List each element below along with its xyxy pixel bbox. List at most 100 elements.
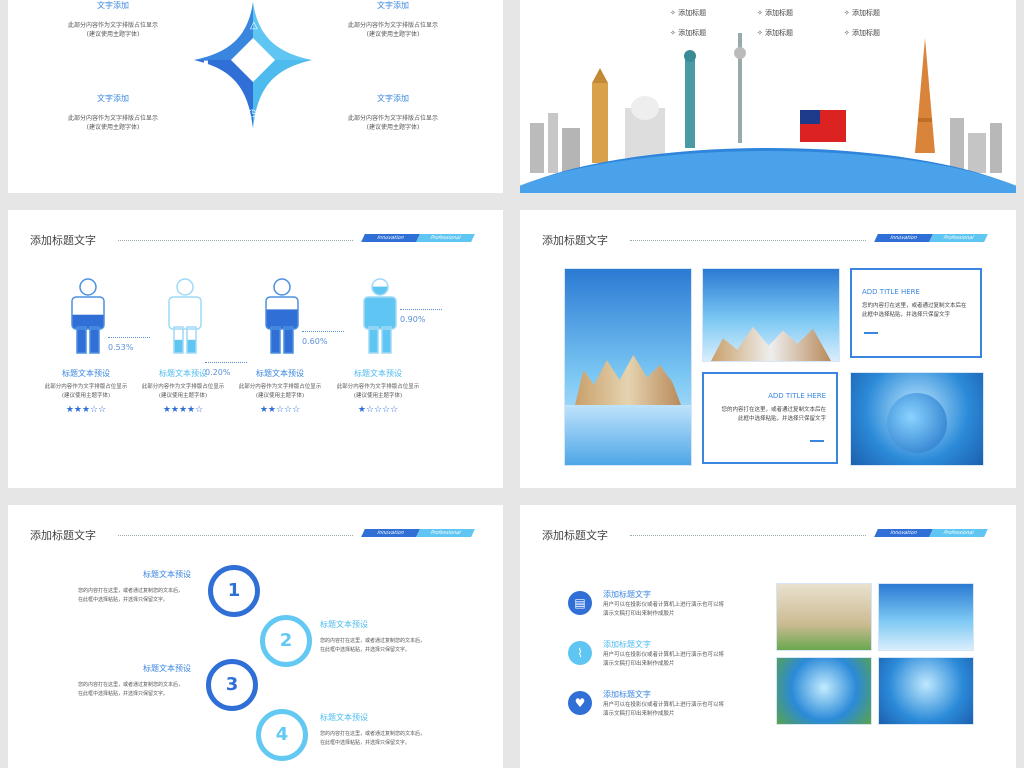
- person-title: 标题文本预设: [354, 369, 402, 378]
- tag-innovation: Innovation: [361, 529, 420, 537]
- landmarks-photo-3: [776, 657, 872, 725]
- tag-professional: Professional: [416, 234, 475, 242]
- item-body-1: 用户可以在投影仪或者计算机上进行演示也可以将 演示文稿打印出来制作成胶片: [603, 601, 724, 619]
- menu-item: ✧ 添加标题: [843, 9, 880, 17]
- slide-thumbnail-2[interactable]: ✧ 添加标题 ✧ 添加标题 ✧ 添加标题 ✧ 添加标题 ✧ 添加标题 ✧ 添加标…: [520, 0, 1016, 193]
- body-bottom-right: 此部分内容作为文字排版占位显示 (建议使用主题字体): [328, 114, 458, 132]
- heading-top-right: 文字添加: [377, 1, 409, 10]
- body-top-left: 此部分内容作为文字排版占位显示 (建议使用主题字体): [48, 21, 178, 39]
- body-line: (建议使用主题字体): [353, 393, 403, 399]
- percent-label: 0.60%: [302, 337, 328, 347]
- slide-title: 添加标题文字: [542, 234, 608, 247]
- person-icon: [168, 278, 202, 354]
- text-box-bottom: ADD TITLE HERE 您的内容打在这里，或者通过复制文本后在 此框中选择…: [702, 372, 838, 464]
- body-line: 此部分内容作为文字排版占位显示: [67, 22, 158, 29]
- body-line: 您的内容打在这里，或者通过复制您的文本后，: [78, 682, 184, 688]
- recycle-icon: △: [250, 20, 258, 31]
- text-box-top: ADD TITLE HERE 您的内容打在这里，或者通过复制文本后在 此框中选择…: [850, 268, 982, 358]
- star-rating: ★☆☆☆☆: [357, 405, 399, 415]
- body-line: (建议使用主题字体): [366, 31, 420, 38]
- heading-bottom-right: 文字添加: [377, 94, 409, 103]
- title-divider: [630, 535, 866, 536]
- document-icon: ▤: [568, 591, 592, 615]
- body-line: 用户可以在投影仪或者计算机上进行演示也可以将: [603, 652, 725, 658]
- step-label-1: 标题文本预设: [143, 570, 191, 579]
- body-line: (建议使用主题字体): [86, 31, 140, 38]
- menu-item-label: 添加标题: [852, 9, 880, 17]
- title-divider: [118, 240, 353, 241]
- landmarks-photo-1: [776, 583, 872, 651]
- body-line: 演示文稿打印出来制作成胶片: [603, 611, 675, 617]
- percent-label: 0.53%: [108, 342, 134, 352]
- slide-title: 添加标题文字: [30, 234, 96, 247]
- menu-item-label: 添加标题: [765, 9, 794, 17]
- tag-professional: Professional: [416, 529, 475, 537]
- landmarks-photo-2: [878, 583, 974, 651]
- person-icon: [265, 278, 299, 354]
- body-line: 您的内容打在这里，或者通过复制文本后在: [721, 407, 826, 413]
- body-line: 演示文稿打印出来制作成胶片: [603, 661, 675, 667]
- title-divider: [118, 535, 353, 536]
- body-line: 此部分内容作为文字排版占位显示: [67, 115, 158, 122]
- percent-leader-line: [302, 331, 344, 333]
- tag-innovation: Innovation: [874, 234, 933, 242]
- step-bubble-4: 4: [256, 709, 308, 761]
- box-title: ADD TITLE HERE: [768, 392, 826, 400]
- step-body-2: 您的内容打在这里，或者通过复制您的文本后， 在此框中选择粘贴，并选择只保留文字。: [320, 637, 425, 655]
- body-line: 此部分内容作为文字排版占位显示: [347, 115, 438, 122]
- step-bubble-1: 1: [208, 565, 260, 617]
- world-landmarks-illustration: [520, 33, 1016, 193]
- step-bubble-2: 2: [260, 615, 312, 667]
- body-line: 演示文稿打印出来制作成胶片: [603, 711, 675, 717]
- step-label-2: 标题文本预设: [320, 620, 368, 629]
- step-label-4: 标题文本预设: [320, 713, 368, 722]
- heading-top-left: 文字添加: [97, 1, 129, 10]
- item-body-2: 用户可以在投影仪或者计算机上进行演示也可以将 演示文稿打印出来制作成胶片: [603, 651, 724, 669]
- slide-title: 添加标题文字: [30, 529, 96, 542]
- body-line: 用户可以在投影仪或者计算机上进行演示也可以将: [603, 702, 725, 708]
- percent-label: 0.90%: [400, 314, 426, 324]
- item-title-1: 添加标题文字: [603, 590, 651, 599]
- body-line: 在此框中选择粘贴，并选择只保留文字。: [320, 647, 411, 653]
- menu-item: ✧ 添加标题: [670, 9, 707, 17]
- slide-title: 添加标题文字: [542, 529, 608, 542]
- menu-item-label: 添加标题: [678, 9, 707, 17]
- bar-chart-icon: ▮: [300, 62, 306, 73]
- body-top-right: 此部分内容作为文字排版占位显示 (建议使用主题字体): [328, 21, 458, 39]
- step-body-4: 您的内容打在这里，或者通过复制您的文本后， 在此框中选择粘贴，并选择只保留文字。: [320, 730, 425, 748]
- four-point-star-graphic: △ ▟ ▮ ◷: [194, 2, 312, 128]
- person-icon: [363, 278, 397, 354]
- body-line: 在此框中选择粘贴，并选择只保留文字。: [78, 691, 169, 697]
- slide-thumbnail-3[interactable]: 添加标题文字 Innovation Professional 0.53% 标题文本…: [8, 210, 503, 488]
- body-line: 您的内容打在这里，或者通过复制您的文本后，: [320, 638, 426, 644]
- person-icon: [71, 278, 105, 354]
- body-line: 您的内容打在这里，或者通过复制您的文本后，: [320, 731, 426, 737]
- accent-line: [864, 332, 878, 334]
- percent-leader-line: [108, 336, 150, 338]
- body-line: 在此框中选择粘贴，并选择只保留文字。: [320, 740, 411, 746]
- slide-thumbnail-5[interactable]: 添加标题文字 Innovation Professional 1 2 3 4 标…: [8, 505, 503, 768]
- chart-icon: ⌇: [568, 641, 592, 665]
- body-line: 您的内容打在这里，或者通过复制文本后在: [862, 303, 967, 309]
- slide-thumbnail-6[interactable]: 添加标题文字 Innovation Professional ▤ 添加标题文字 …: [520, 505, 1016, 768]
- tag-innovation: Innovation: [361, 234, 420, 242]
- landmarks-photo-3: [850, 372, 984, 466]
- title-divider: [630, 240, 866, 241]
- step-label-3: 标题文本预设: [143, 664, 191, 673]
- percent-leader-line: [205, 361, 247, 363]
- heading-bottom-left: 文字添加: [97, 94, 129, 103]
- box-body: 您的内容打在这里，或者通过复制文本后在 此框中选择粘贴，并选择只保留文字: [862, 302, 967, 320]
- step-body-1: 您的内容打在这里，或者通过复制您的文本后， 在此框中选择粘贴，并选择只保留文字。: [78, 587, 183, 605]
- body-line: 此部分内容作为文字排版占位显示: [347, 22, 438, 29]
- chart-icon: ▟: [199, 60, 208, 73]
- body-line: 您的内容打在这里，或者通过复制您的文本后，: [78, 588, 184, 594]
- slide-thumbnail-4[interactable]: 添加标题文字 Innovation Professional ADD TITLE…: [520, 210, 1016, 488]
- body-line: 此框中选择粘贴，并选择只保留文字: [737, 416, 826, 422]
- slide-thumbnail-1[interactable]: 文字添加 此部分内容作为文字排版占位显示 (建议使用主题字体) 文字添加 此部分…: [8, 0, 503, 193]
- tag-innovation: Innovation: [874, 529, 933, 537]
- item-title-2: 添加标题文字: [603, 640, 651, 649]
- body-line: 在此框中选择粘贴，并选择只保留文字。: [78, 597, 169, 603]
- person-body: 此部分内容作为文字排版占位显示 (建议使用主题字体): [318, 383, 438, 401]
- percent-leader-line: [400, 308, 442, 310]
- heart-icon: ♥: [568, 691, 592, 715]
